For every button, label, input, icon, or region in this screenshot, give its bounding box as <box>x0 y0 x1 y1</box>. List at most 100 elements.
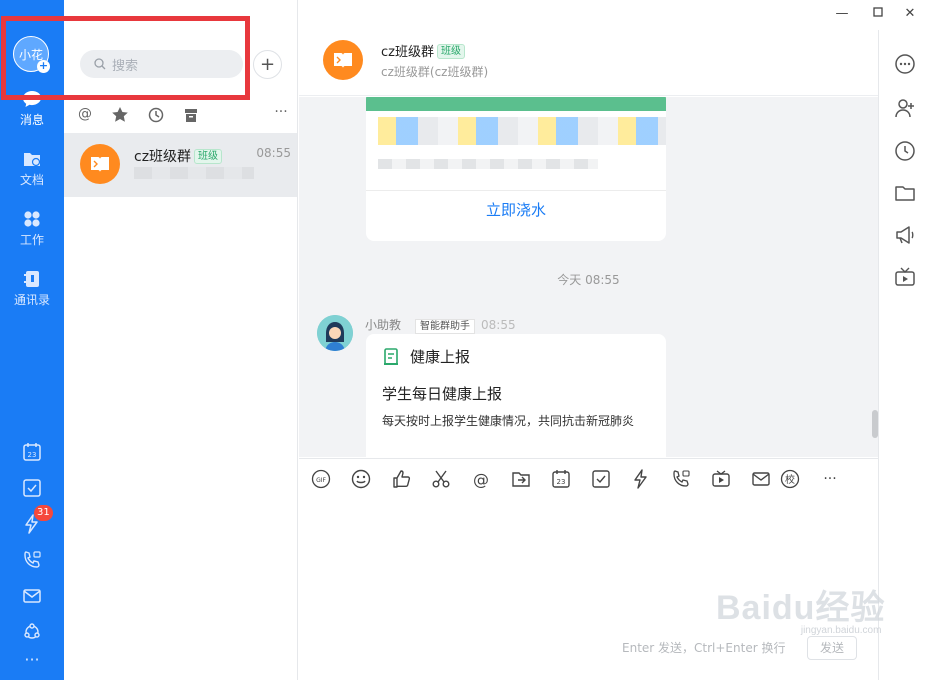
filter-row: @ ··· <box>64 104 298 128</box>
book-icon <box>91 157 109 172</box>
mention-icon[interactable]: @ <box>76 106 94 124</box>
todo-icon[interactable] <box>590 468 612 490</box>
nav-item-documents[interactable]: 文档 <box>0 150 64 188</box>
emoji-icon[interactable] <box>350 468 372 490</box>
history-icon[interactable] <box>894 140 916 162</box>
add-status-icon[interactable]: + <box>37 60 50 73</box>
live-tv-icon[interactable] <box>710 468 732 490</box>
phone-icon[interactable] <box>22 550 42 570</box>
send-button[interactable]: 发送 <box>807 636 857 660</box>
svg-text:23: 23 <box>28 451 37 459</box>
call-icon[interactable] <box>670 468 692 490</box>
group-subtitle: cz班级群(cz班级群) <box>381 65 489 79</box>
class-tag: 班级 <box>194 149 223 164</box>
message-icon <box>23 91 41 107</box>
svg-text:GIF: GIF <box>316 477 326 484</box>
card-header: 健康上报 <box>382 346 470 367</box>
apps-icon[interactable] <box>22 622 42 642</box>
left-nav: 小花 + 消息 文档 工作 通讯录 23 31 ··· <box>0 0 64 680</box>
nav-item-contacts[interactable]: 通讯录 <box>0 270 64 308</box>
class-tag: 班级 <box>436 44 465 59</box>
card-title: 学生每日健康上报 <box>382 385 503 403</box>
thumbs-up-icon[interactable] <box>390 468 412 490</box>
nav-label: 工作 <box>19 233 44 247</box>
nav-label: 文档 <box>19 173 44 187</box>
notification-badge: 31 <box>34 505 53 521</box>
work-icon <box>24 211 40 227</box>
card-header-text: 健康上报 <box>410 348 471 366</box>
school-icon[interactable]: 校 <box>779 468 801 490</box>
group-name-text: cz班级群 <box>381 45 434 60</box>
nav-item-messages[interactable]: 消息 <box>0 90 64 128</box>
conversation-name-text: cz班级群 <box>134 149 192 165</box>
add-member-icon[interactable] <box>894 97 916 119</box>
group-avatar <box>80 144 120 184</box>
bot-name: 小助教 <box>365 318 402 332</box>
search-placeholder: 搜索 <box>112 58 139 74</box>
card-description: 每天按时上报学生健康情况，共同抗击新冠肺炎 <box>382 414 635 428</box>
folder-icon[interactable] <box>894 182 916 204</box>
message-card: 立即浇水 <box>366 97 666 241</box>
gif-icon[interactable]: GIF <box>310 468 332 490</box>
right-side-bar <box>878 30 930 680</box>
mail-icon[interactable] <box>750 468 772 490</box>
conversation-item[interactable]: cz班级群 班级 08:55 <box>64 133 297 197</box>
announcement-icon[interactable] <box>894 224 916 246</box>
contacts-icon <box>24 271 39 287</box>
add-button[interactable]: + <box>253 50 282 79</box>
conversation-list-panel: 搜索 + @ ··· cz班级群 班级 08:55 <box>64 0 298 680</box>
close-icon[interactable]: ✕ <box>902 6 918 22</box>
more-icon[interactable]: ··· <box>22 650 42 670</box>
report-icon <box>384 347 398 365</box>
conversation-name: cz班级群 班级 <box>134 146 223 166</box>
scissors-icon[interactable] <box>430 468 452 490</box>
more-icon[interactable]: ··· <box>819 468 841 490</box>
send-hint: Enter 发送，Ctrl+Enter 换行 <box>622 641 786 655</box>
forward-folder-icon[interactable] <box>510 468 532 490</box>
nav-item-work[interactable]: 工作 <box>0 210 64 248</box>
more-options-icon[interactable] <box>894 53 916 75</box>
more-icon[interactable]: ··· <box>272 104 290 122</box>
archive-icon[interactable] <box>182 106 200 124</box>
conversation-preview-blurred <box>134 167 254 179</box>
mention-icon[interactable]: @ <box>470 468 492 490</box>
live-tv-icon[interactable] <box>894 266 916 288</box>
group-avatar[interactable] <box>323 40 363 80</box>
bot-meta: 小助教 智能群助手 08:55 <box>365 316 516 334</box>
calendar-icon[interactable]: 23 <box>22 442 42 462</box>
time-separator: 今天 08:55 <box>557 273 620 287</box>
conversation-time: 08:55 <box>256 146 291 160</box>
blurred-content <box>378 117 666 145</box>
bot-avatar[interactable] <box>317 315 353 351</box>
book-icon <box>334 53 352 68</box>
svg-text:校: 校 <box>785 473 795 486</box>
document-icon <box>24 153 41 167</box>
nav-label: 通讯录 <box>13 293 50 307</box>
search-input[interactable]: 搜索 <box>80 50 243 78</box>
user-avatar[interactable]: 小花 + <box>13 36 50 73</box>
history-icon[interactable] <box>147 106 165 124</box>
plus-icon: + <box>259 54 276 75</box>
blurred-text <box>378 159 598 169</box>
card-divider <box>366 190 666 191</box>
card-banner <box>366 97 666 111</box>
baidu-watermark: Baidu经验 jingyan.baidu.com <box>716 580 885 636</box>
teacher-avatar-icon <box>317 315 353 351</box>
chat-panel: cz班级群 班级 cz班级群(cz班级群) 立即浇水 今天 08:55 小助教 智能… <box>299 0 878 680</box>
bot-time: 08:55 <box>481 318 516 332</box>
watermark-text: Baidu经验 <box>716 589 886 627</box>
water-now-button[interactable]: 立即浇水 <box>366 199 666 220</box>
calendar-icon[interactable]: 23 <box>550 468 572 490</box>
todo-icon[interactable] <box>22 478 42 498</box>
lightning-icon[interactable] <box>630 468 652 490</box>
star-icon[interactable] <box>111 106 129 124</box>
input-toolbar: GIF @ 23 校 ··· <box>299 458 878 498</box>
mail-icon[interactable] <box>22 586 42 606</box>
message-list: 立即浇水 今天 08:55 小助教 智能群助手 08:55 健康上报 学生每日健康上… <box>299 97 878 457</box>
group-name[interactable]: cz班级群 班级 <box>381 41 465 60</box>
bot-tag: 智能群助手 <box>415 319 476 334</box>
chat-header: cz班级群 班级 cz班级群(cz班级群) <box>299 30 878 96</box>
nav-label: 消息 <box>19 113 44 127</box>
health-report-card[interactable]: 健康上报 学生每日健康上报 每天按时上报学生健康情况，共同抗击新冠肺炎 <box>366 334 666 457</box>
search-icon <box>94 58 106 70</box>
